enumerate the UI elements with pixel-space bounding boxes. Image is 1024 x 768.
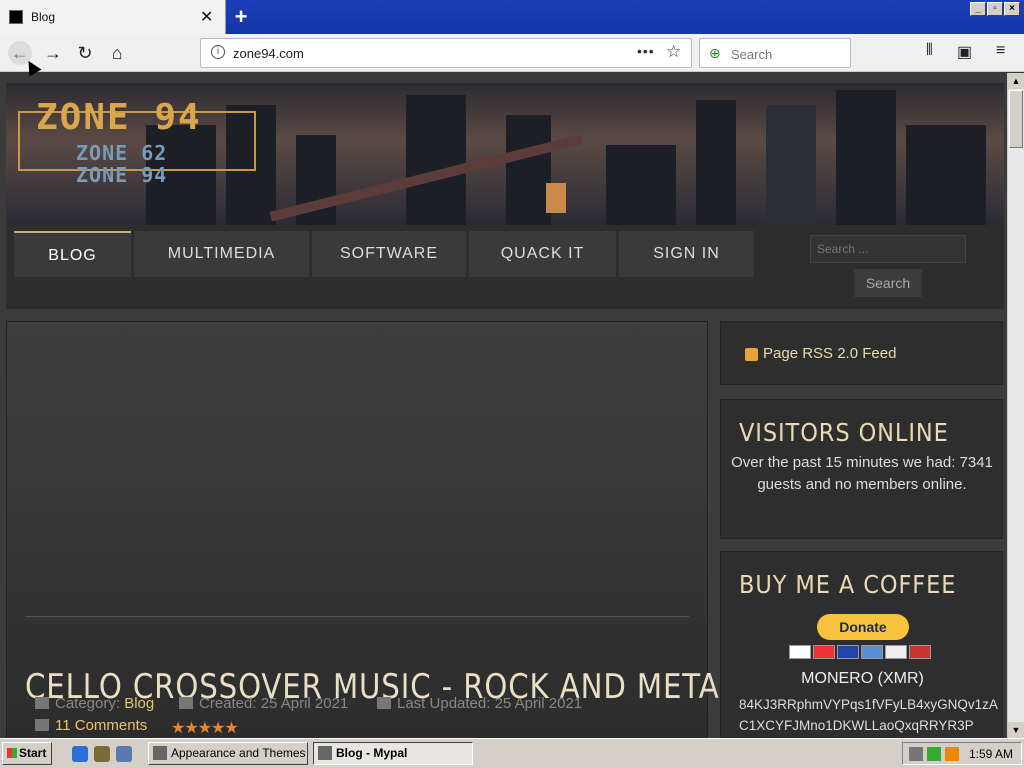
site-logo[interactable]: ZONE 94 [36, 97, 202, 138]
control-panel-icon [153, 746, 167, 760]
nav-software[interactable]: SOFTWARE [312, 231, 466, 277]
page-scrollbar[interactable]: ▲ ▼ [1007, 73, 1024, 738]
comment-icon [35, 719, 49, 731]
task-appearance[interactable]: Appearance and Themes [148, 742, 308, 765]
new-tab-button[interactable]: + [230, 4, 252, 30]
clock[interactable]: 1:59 AM [969, 747, 1013, 761]
visitors-text: Over the past 15 minutes we had: 7341 gu… [731, 454, 993, 493]
visitors-widget: VISITORS ONLINE Over the past 15 minutes… [720, 399, 1003, 539]
post-updated: Last Updated: 25 April 2021 [377, 695, 582, 712]
maestro-icon [837, 645, 859, 659]
search-placeholder: Search [731, 47, 773, 62]
folder-icon [35, 697, 49, 709]
site-favicon-icon [9, 10, 23, 24]
post-created: Created: 25 April 2021 [179, 695, 348, 712]
monero-label: MONERO (XMR) [801, 670, 924, 687]
browser-search-field[interactable]: ⊕ Search [699, 38, 851, 68]
scroll-down-arrow-icon[interactable]: ▼ [1008, 722, 1024, 738]
coffee-widget: BUY ME A COFFEE Donate MONERO (XMR) 84KJ… [720, 551, 1003, 738]
mastercard-icon [813, 645, 835, 659]
outlook-icon[interactable] [116, 746, 132, 762]
visa-icon [789, 645, 811, 659]
calendar-icon [377, 697, 391, 709]
visitors-heading: VISITORS ONLINE [739, 418, 949, 447]
browser-toolbar: ← → ↻ ⌂ i zone94.com ••• ☆ ⊕ Search ⫴ ▣ … [0, 34, 1024, 72]
logo-subtitle-1: ZONE 62 [76, 141, 168, 165]
page-actions-icon[interactable]: ••• [637, 43, 655, 59]
coffee-heading: BUY ME A COFFEE [739, 570, 957, 599]
site-search-button[interactable]: Search [854, 269, 922, 297]
close-tab-icon[interactable]: ✕ [200, 7, 213, 27]
keyboard-icon[interactable] [909, 747, 923, 761]
post-category: Category: Blog [35, 695, 154, 712]
unionpay-icon [909, 645, 931, 659]
nav-quack-it[interactable]: QUACK IT [469, 231, 616, 277]
menu-icon[interactable]: ≡ [996, 42, 1005, 60]
ie-icon[interactable] [72, 746, 88, 762]
donate-button[interactable]: Donate [817, 614, 909, 640]
nav-sign-in[interactable]: SIGN IN [619, 231, 754, 277]
post-comments[interactable]: 11 Comments [35, 717, 147, 734]
article-divider [25, 616, 689, 617]
search-tray-icon[interactable] [945, 747, 959, 761]
rating-stars[interactable]: ★★★★★ [171, 718, 239, 738]
logo-subtitle-2: ZONE 94 [76, 163, 168, 187]
rss-icon [745, 348, 758, 361]
category-link[interactable]: Blog [124, 695, 154, 712]
sidebar-toggle-icon[interactable]: ▣ [957, 42, 972, 62]
network-icon[interactable] [927, 747, 941, 761]
mypal-icon [318, 746, 332, 760]
site-search-input[interactable]: Search ... [810, 235, 966, 263]
forward-button[interactable]: → [41, 41, 65, 65]
url-bar[interactable]: i zone94.com ••• ☆ [200, 38, 692, 68]
nav-blog[interactable]: BLOG [14, 231, 131, 277]
scroll-up-arrow-icon[interactable]: ▲ [1008, 73, 1024, 89]
task-blog-mypal[interactable]: Blog - Mypal [313, 742, 473, 765]
article: CELLO CROSSOVER MUSIC - ROCK AND METAL C… [6, 321, 736, 738]
scroll-thumb[interactable] [1009, 90, 1023, 148]
home-button[interactable]: ⌂ [105, 41, 129, 65]
start-button[interactable]: Start [2, 742, 52, 765]
calendar-icon [179, 697, 193, 709]
url-text[interactable]: zone94.com [233, 46, 304, 61]
amex-icon [861, 645, 883, 659]
bookmark-star-icon[interactable]: ☆ [666, 42, 681, 62]
system-tray: 1:59 AM [902, 742, 1022, 765]
windows-taskbar: Start Appearance and Themes Blog - Mypal… [0, 738, 1024, 768]
rss-widget: Page RSS 2.0 Feed [720, 321, 1003, 385]
restore-button[interactable]: ▫ [987, 2, 1003, 16]
rss-link[interactable]: Page RSS 2.0 Feed [763, 345, 896, 362]
discover-icon [885, 645, 907, 659]
close-window-button[interactable]: × [1004, 2, 1020, 16]
tab-title: Blog [31, 10, 56, 24]
site-banner: ZONE 94 ZONE 62 ZONE 94 [6, 83, 1004, 225]
minimize-button[interactable]: _ [970, 2, 986, 16]
tab-blog[interactable]: Blog ✕ [0, 0, 226, 34]
reload-button[interactable]: ↻ [73, 41, 97, 65]
window-controls: _ ▫ × [970, 2, 1020, 16]
nav-multimedia[interactable]: MULTIMEDIA [134, 231, 309, 277]
tab-strip: Blog ✕ + _ ▫ × [0, 0, 1024, 34]
monero-address: 84KJ3RRphmVYPqs1fVFyLB4xyGNQv1zAC1XCYFJM… [739, 697, 998, 733]
site-navigation: BLOG MULTIMEDIA SOFTWARE QUACK IT SIGN I… [6, 225, 1004, 309]
site-info-icon[interactable]: i [211, 45, 225, 59]
search-engine-icon: ⊕ [709, 45, 721, 61]
payment-cards [789, 645, 931, 659]
web-page: ZONE 94 ZONE 62 ZONE 94 BLOG MULTIMEDIA … [0, 73, 1007, 738]
library-icon[interactable]: ⫴ [926, 42, 933, 60]
mypal-icon[interactable] [94, 746, 110, 762]
